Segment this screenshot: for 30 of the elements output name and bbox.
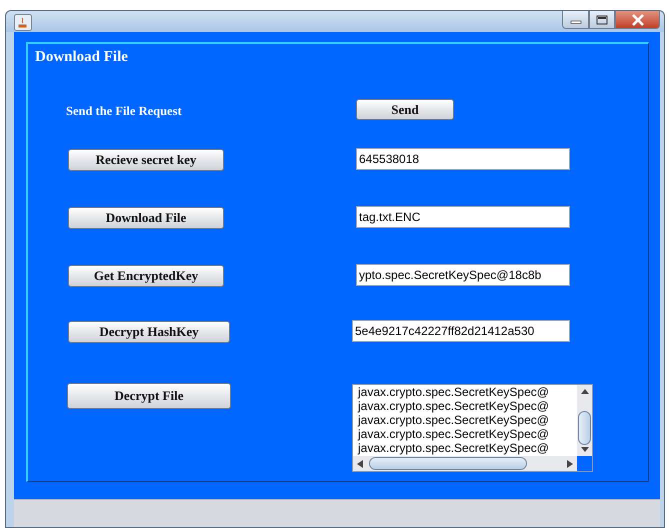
text-line: javax.crypto.spec.SecretKeySpec@ xyxy=(358,413,550,427)
action-button[interactable]: Decrypt HashKey xyxy=(68,321,230,343)
text-field[interactable]: 645538018 xyxy=(356,148,570,170)
text-line: javax.crypto.spec.SecretKeySpec@ xyxy=(358,399,550,413)
text-field[interactable]: tag.txt.ENC xyxy=(356,206,570,228)
coffee-cup-icon xyxy=(14,14,32,31)
maximize-button[interactable] xyxy=(589,11,615,29)
text-area[interactable]: javax.crypto.spec.SecretKeySpec@ javax.crypto.spec.SecretKeySpec@ javax.crypto.spec.SecretKeySpec@ javax.crypto.spec.SecretKeySpec@ javax.crypto.spec.SecretKeySpec@ xyxy=(352,384,593,472)
close-button[interactable] xyxy=(615,11,660,29)
maximize-icon xyxy=(596,14,608,24)
action-button[interactable]: Decrypt File xyxy=(67,383,231,409)
text-line: javax.crypto.spec.SecretKeySpec@ xyxy=(358,385,550,399)
action-button[interactable]: Download File xyxy=(68,207,224,229)
panel-title: Download File xyxy=(35,49,128,66)
text-line: javax.crypto.spec.SecretKeySpec@ xyxy=(358,427,550,441)
text-field[interactable]: 5e4e9217c42227ff82d21412a530 xyxy=(352,320,570,342)
text-field[interactable]: ypto.spec.SecretKeySpec@18c8b xyxy=(356,264,570,286)
minimize-button[interactable] xyxy=(562,11,589,29)
vertical-scrollbar[interactable] xyxy=(577,385,592,456)
field-label: Send the File Request xyxy=(66,104,182,118)
text-line: javax.crypto.spec.SecretKeySpec@ xyxy=(358,441,550,455)
down-arrow-icon[interactable] xyxy=(580,447,588,452)
up-arrow-icon[interactable] xyxy=(580,389,588,394)
send-button[interactable]: Send xyxy=(356,99,454,120)
action-button[interactable]: Recieve secret key xyxy=(68,149,224,171)
action-button[interactable]: Get EncryptedKey xyxy=(68,265,224,287)
right-arrow-icon[interactable] xyxy=(567,460,573,468)
horizontal-scrollbar[interactable] xyxy=(353,456,577,471)
left-arrow-icon[interactable] xyxy=(357,460,363,468)
close-icon xyxy=(630,14,644,26)
